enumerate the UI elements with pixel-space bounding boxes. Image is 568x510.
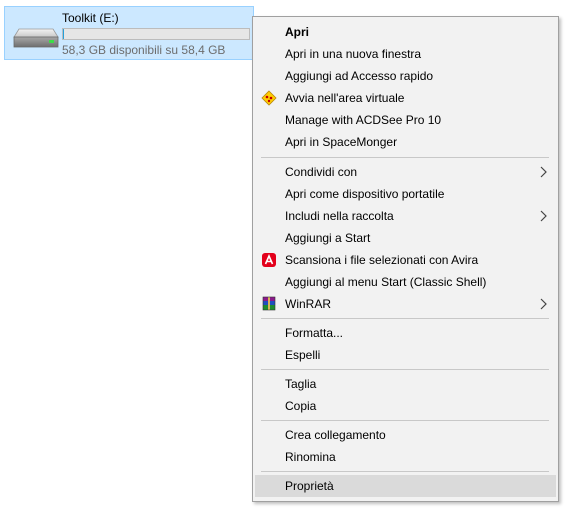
menu-separator: [261, 157, 549, 158]
winrar-icon: [262, 296, 276, 311]
menu-item-apri[interactable]: Apri: [255, 21, 556, 43]
menu-item-spacemonger[interactable]: Apri in SpaceMonger: [255, 131, 556, 153]
menu-item-label: Proprietà: [285, 479, 334, 493]
menu-item-label: Apri in una nuova finestra: [285, 47, 422, 61]
menu-item-label: Aggiungi a Start: [285, 231, 371, 245]
menu-item-area-virtuale[interactable]: Avvia nell'area virtuale: [255, 87, 556, 109]
menu-item-label: Espelli: [285, 348, 321, 362]
menu-item-label: Scansiona i file selezionati con Avira: [285, 253, 479, 267]
menu-item-label: Includi nella raccolta: [285, 209, 394, 223]
menu-item-label: Copia: [285, 399, 317, 413]
menu-item-proprieta[interactable]: Proprietà: [255, 475, 556, 497]
virtual-area-icon: [261, 90, 277, 106]
menu-separator: [261, 369, 549, 370]
menu-item-accesso-rapido[interactable]: Aggiungi ad Accesso rapido: [255, 65, 556, 87]
menu-item-dispositivo-portatile[interactable]: Apri come dispositivo portatile: [255, 183, 556, 205]
menu-item-label: Condividi con: [285, 165, 358, 179]
menu-item-scansiona-avira[interactable]: Scansiona i file selezionati con Avira: [255, 249, 556, 271]
chevron-right-icon: [540, 166, 547, 178]
menu-item-aggiungi-start[interactable]: Aggiungi a Start: [255, 227, 556, 249]
menu-item-crea-collegamento[interactable]: Crea collegamento: [255, 424, 556, 446]
menu-item-taglia[interactable]: Taglia: [255, 373, 556, 395]
menu-separator: [261, 318, 549, 319]
drive-tile-toolkit[interactable]: Toolkit (E:) 58,3 GB disponibili su 58,4…: [4, 6, 254, 60]
menu-item-label: Taglia: [285, 377, 317, 391]
menu-item-label: Manage with ACDSee Pro 10: [285, 113, 442, 127]
menu-item-formatta[interactable]: Formatta...: [255, 322, 556, 344]
menu-item-label: Aggiungi al menu Start (Classic Shell): [285, 275, 487, 289]
menu-item-rinomina[interactable]: Rinomina: [255, 446, 556, 468]
menu-item-label: WinRAR: [285, 297, 332, 311]
hard-drive-icon: [13, 28, 59, 48]
chevron-right-icon: [540, 298, 547, 310]
menu-item-label: Apri in SpaceMonger: [285, 135, 398, 149]
menu-separator: [261, 471, 549, 472]
drive-usage-bar: [62, 28, 250, 40]
menu-item-label: Rinomina: [285, 450, 336, 464]
menu-item-copia[interactable]: Copia: [255, 395, 556, 417]
chevron-right-icon: [540, 210, 547, 222]
menu-item-acdsee[interactable]: Manage with ACDSee Pro 10: [255, 109, 556, 131]
drive-name: Toolkit (E:): [62, 11, 119, 25]
menu-item-condividi-con[interactable]: Condividi con: [255, 161, 556, 183]
menu-item-includi-raccolta[interactable]: Includi nella raccolta: [255, 205, 556, 227]
menu-item-label: Apri: [285, 25, 309, 39]
menu-separator: [261, 420, 549, 421]
context-menu: Apri Apri in una nuova finestra Aggiungi…: [252, 16, 559, 502]
menu-item-winrar[interactable]: WinRAR: [255, 293, 556, 315]
menu-item-classic-shell[interactable]: Aggiungi al menu Start (Classic Shell): [255, 271, 556, 293]
menu-item-label: Avvia nell'area virtuale: [285, 91, 405, 105]
menu-item-label: Apri come dispositivo portatile: [285, 187, 445, 201]
menu-item-apri-nuova-finestra[interactable]: Apri in una nuova finestra: [255, 43, 556, 65]
menu-item-espelli[interactable]: Espelli: [255, 344, 556, 366]
drive-free-space: 58,3 GB disponibili su 58,4 GB: [62, 43, 226, 57]
menu-item-label: Aggiungi ad Accesso rapido: [285, 69, 434, 83]
menu-item-label: Crea collegamento: [285, 428, 386, 442]
avira-icon: [262, 253, 276, 267]
menu-item-label: Formatta...: [285, 326, 344, 340]
